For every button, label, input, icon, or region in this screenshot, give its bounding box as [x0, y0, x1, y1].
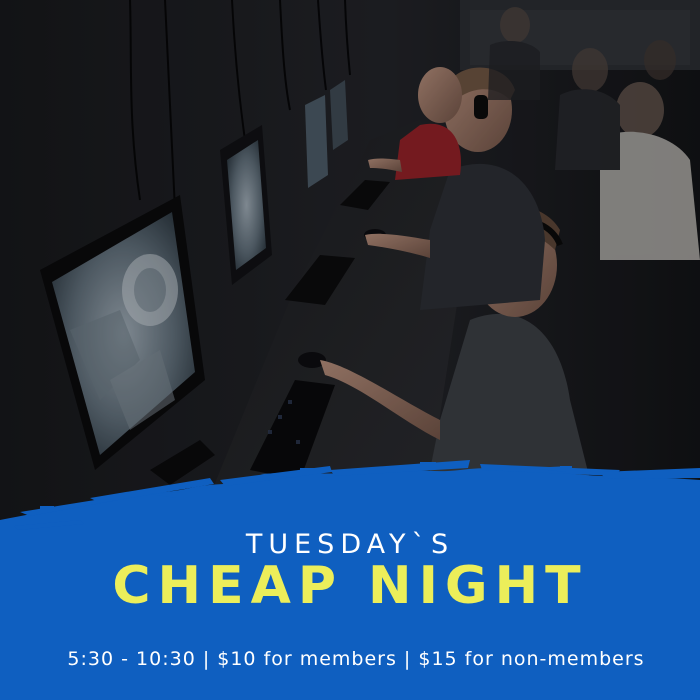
promo-poster: TUESDAY`S CHEAP NIGHT 5:30 - 10:30 | $10… — [0, 0, 700, 700]
event-title: CHEAP NIGHT — [112, 556, 588, 616]
event-time-and-pricing: 5:30 - 10:30 | $10 for members | $15 for… — [67, 648, 645, 670]
